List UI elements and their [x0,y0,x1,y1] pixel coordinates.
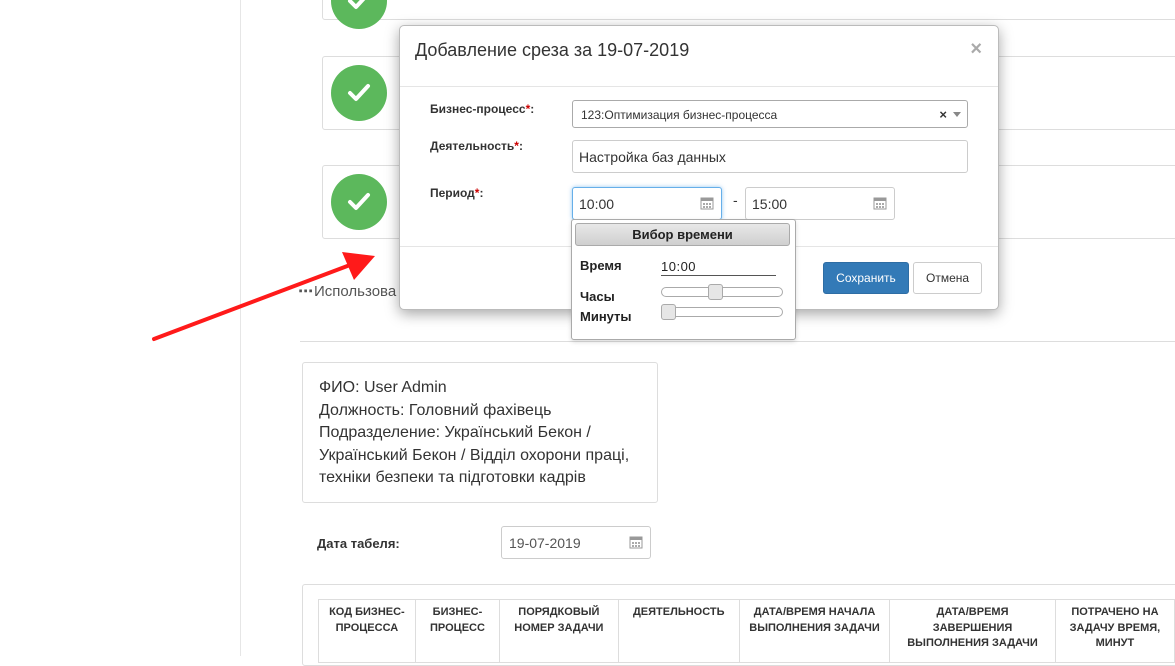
calendar-icon[interactable] [873,196,887,210]
col-header: ДАТА/ВРЕМЯ НАЧАЛА ВЫПОЛНЕНИЯ ЗАДАЧИ [738,599,891,663]
time-picker-title: Вибор времени [575,223,790,246]
modal-title: Добавление среза за 19-07-2019 [415,40,690,60]
activity-value: Настройка баз данных [579,149,726,165]
time-picker: Вибор времени Время 10:00 Часы Минуты [571,219,796,340]
modal-header-divider [400,86,998,87]
time-label: Время [580,258,622,273]
annotation-arrow [152,252,375,341]
hours-slider[interactable] [661,284,783,300]
activity-input[interactable]: Настройка баз данных [572,140,968,173]
timesheet-date-label: Дата табеля: [317,536,400,551]
divider [300,341,1175,342]
table-header-row: КОД БИЗНЕС-ПРОЦЕССА БИЗНЕС-ПРОЦЕСС ПОРЯД… [318,599,1175,663]
business-process-label-text: Бизнес-процесс [430,102,526,116]
timesheet-date-input[interactable]: 19-07-2019 [501,526,651,559]
col-header: ДЕЯТЕЛЬНОСТЬ [617,599,740,663]
status-card-1 [322,0,1175,29]
period-label-text: Период [430,186,475,200]
label-colon: : [530,102,535,116]
time-value: 10:00 [661,259,776,276]
calendar-icon[interactable] [629,535,643,549]
employee-info-card: ФИО: User Admin Должность: Головний фахі… [302,362,658,503]
check-circle-icon [331,0,387,29]
period-to-value: 15:00 [752,196,788,212]
label-colon: : [479,186,484,200]
label-colon: : [518,139,523,153]
period-from-input[interactable]: 10:00 [572,187,722,220]
chevron-down-icon[interactable] [953,112,961,117]
hours-label: Часы [580,289,615,304]
business-process-value: 123:Оптимизация бизнес-процесса [581,108,778,122]
close-icon[interactable]: × [970,38,982,61]
employee-division-1: Подразделение: Український Бекон / [319,424,591,441]
minutes-slider[interactable] [661,304,783,320]
hours-slider-handle[interactable] [707,284,723,300]
minutes-slider-handle[interactable] [661,304,676,320]
col-header: ПОТРАЧЕНО НА ЗАДАЧУ ВРЕМЯ, МИНУТ [1054,599,1175,663]
employee-position: Должность: Головний фахівець [319,401,552,419]
period-label: Период*: [430,186,483,200]
cancel-button[interactable]: Отмена [913,262,982,294]
period-dash: - [733,192,738,208]
period-to-input[interactable]: 15:00 [745,187,895,220]
save-button[interactable]: Сохранить [823,262,909,294]
col-header: КОД БИЗНЕС-ПРОЦЕССА [318,599,416,663]
business-process-label: Бизнес-процесс*: [430,102,534,116]
timesheet-date-value: 19-07-2019 [509,535,581,551]
employee-division-2: Український Бекон / Відділ охорони праці… [319,446,630,464]
calendar-icon[interactable] [700,196,714,210]
employee-fio: ФИО: User Admin [319,379,447,396]
col-header: ПОРЯДКОВЫЙ НОМЕР ЗАДАЧИ [499,599,619,663]
col-header: ДАТА/ВРЕМЯ ЗАВЕРШЕНИЯ ВЫПОЛНЕНИЯ ЗАДАЧИ [889,599,1056,663]
check-circle-icon [331,65,387,121]
activity-label-text: Деятельность [430,139,515,153]
tasks-table: КОД БИЗНЕС-ПРОЦЕССА БИЗНЕС-ПРОЦЕСС ПОРЯД… [318,599,1175,663]
check-circle-icon [331,174,387,230]
minutes-label: Минуты [580,309,632,324]
period-from-value: 10:00 [579,196,615,212]
employee-division-3: техніки безпеки та підготовки кадрів [319,469,586,486]
business-process-select[interactable]: 123:Оптимизация бизнес-процесса × [572,100,968,128]
col-header: БИЗНЕС-ПРОЦЕСС [414,599,501,663]
clear-icon[interactable]: × [939,107,947,122]
activity-label: Деятельность*: [430,139,523,153]
